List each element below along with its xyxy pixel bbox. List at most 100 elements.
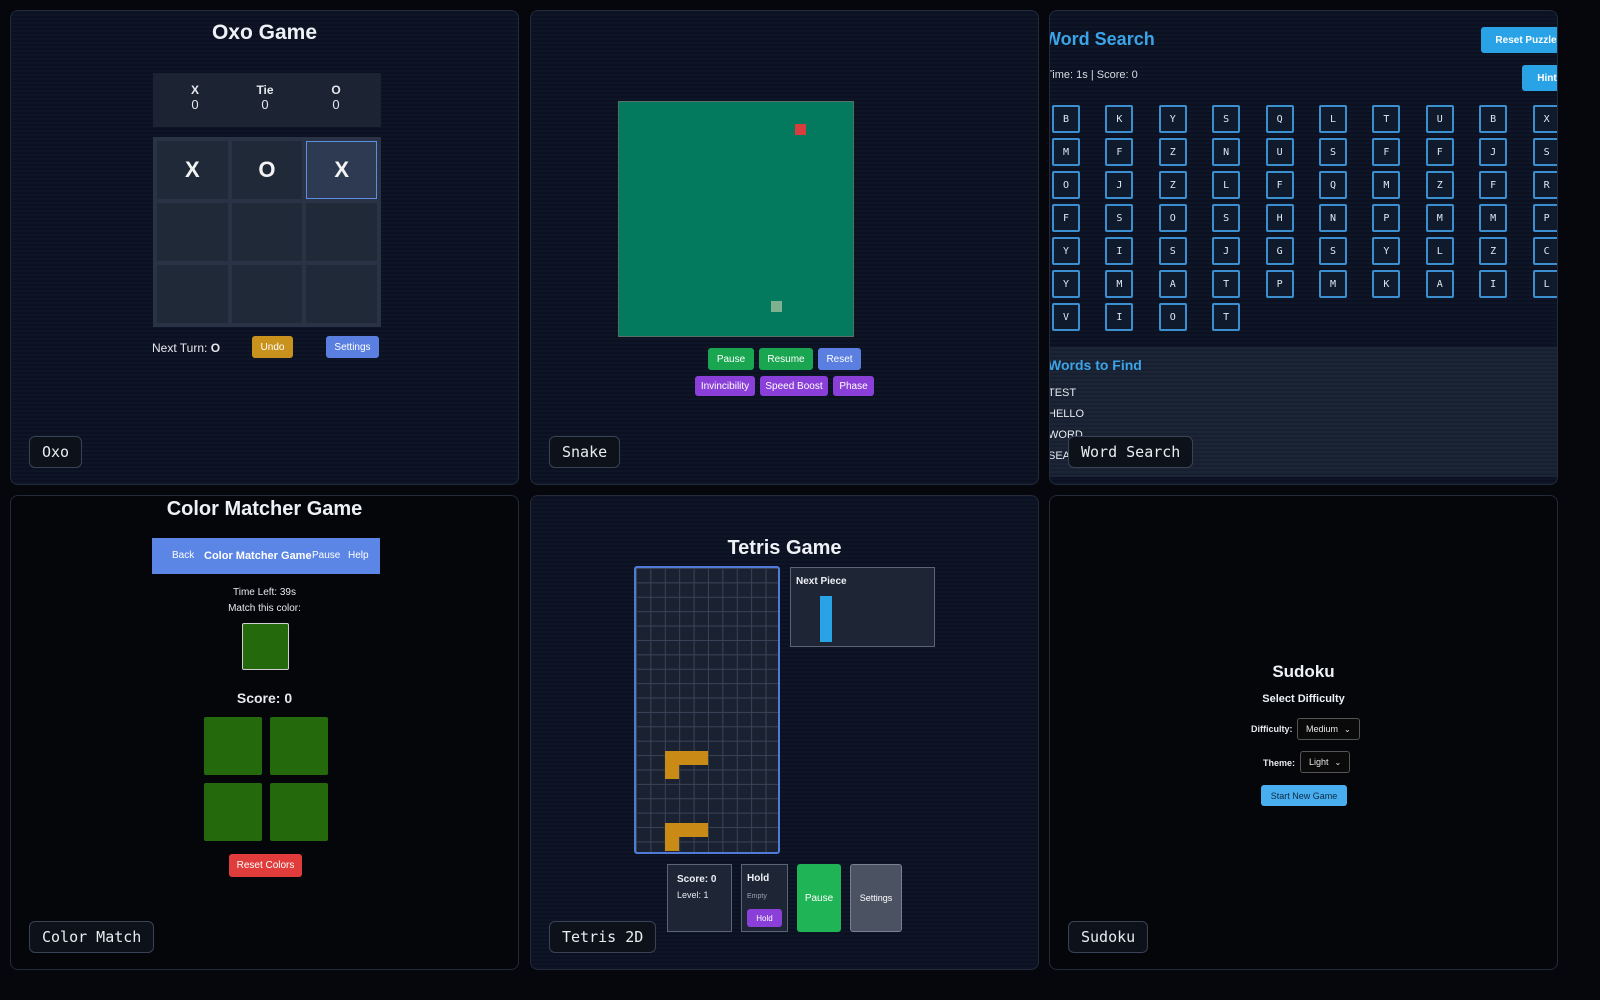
- letter-cell[interactable]: M: [1319, 270, 1347, 298]
- theme-select[interactable]: Light ⌄: [1300, 751, 1351, 773]
- tetris-tab-label[interactable]: Tetris 2D: [549, 921, 657, 953]
- letter-cell[interactable]: X: [1532, 105, 1557, 133]
- letter-cell[interactable]: S: [1212, 204, 1241, 232]
- color-option[interactable]: [270, 783, 328, 841]
- letter-cell[interactable]: S: [1319, 237, 1347, 265]
- letter-cell[interactable]: I: [1479, 270, 1508, 298]
- letter-cell[interactable]: G: [1265, 237, 1294, 265]
- letter-cell[interactable]: Z: [1479, 237, 1508, 265]
- color-option[interactable]: [204, 783, 262, 841]
- letter-cell[interactable]: T: [1212, 270, 1241, 298]
- letter-cell[interactable]: R: [1532, 171, 1557, 199]
- letter-cell[interactable]: O: [1052, 171, 1080, 199]
- letter-cell[interactable]: F: [1105, 138, 1134, 166]
- letter-cell[interactable]: O: [1158, 204, 1187, 232]
- letter-cell[interactable]: I: [1105, 237, 1134, 265]
- letter-cell[interactable]: Z: [1158, 138, 1187, 166]
- letter-cell[interactable]: B: [1479, 105, 1508, 133]
- letter-cell[interactable]: P: [1532, 204, 1557, 232]
- letter-cell[interactable]: L: [1532, 270, 1557, 298]
- resume-button[interactable]: Resume: [759, 348, 813, 370]
- letter-cell[interactable]: L: [1212, 171, 1241, 199]
- hint-button[interactable]: Hint: [1522, 65, 1557, 91]
- letter-cell[interactable]: K: [1105, 105, 1134, 133]
- letter-cell[interactable]: F: [1265, 171, 1294, 199]
- letter-cell[interactable]: L: [1425, 237, 1454, 265]
- oxo-cell[interactable]: [231, 203, 303, 261]
- letter-cell[interactable]: K: [1372, 270, 1401, 298]
- letter-cell[interactable]: Z: [1425, 171, 1454, 199]
- letter-cell[interactable]: H: [1265, 204, 1294, 232]
- oxo-tab-label[interactable]: Oxo: [29, 436, 83, 468]
- letter-cell[interactable]: A: [1425, 270, 1454, 298]
- reset-button[interactable]: Reset: [818, 348, 861, 370]
- letter-cell[interactable]: F: [1052, 204, 1080, 232]
- letter-cell[interactable]: Y: [1158, 105, 1187, 133]
- letter-cell[interactable]: I: [1105, 303, 1134, 331]
- letter-cell[interactable]: J: [1105, 171, 1134, 199]
- color-option[interactable]: [270, 717, 328, 775]
- letter-cell[interactable]: A: [1158, 270, 1187, 298]
- letter-cell[interactable]: C: [1532, 237, 1557, 265]
- reset-colors-button[interactable]: Reset Colors: [229, 854, 302, 877]
- color-option[interactable]: [204, 717, 262, 775]
- letter-cell[interactable]: Q: [1319, 171, 1347, 199]
- letter-cell[interactable]: F: [1372, 138, 1401, 166]
- letter-cell[interactable]: M: [1105, 270, 1134, 298]
- letter-cell[interactable]: N: [1319, 204, 1347, 232]
- letter-cell[interactable]: S: [1212, 105, 1241, 133]
- pause-button[interactable]: Pause: [797, 864, 841, 932]
- phase-button[interactable]: Phase: [833, 376, 874, 396]
- oxo-cell[interactable]: [231, 265, 303, 323]
- pause-button[interactable]: Pause: [708, 348, 754, 370]
- letter-cell[interactable]: M: [1372, 171, 1401, 199]
- letter-cell[interactable]: S: [1105, 204, 1134, 232]
- letter-cell[interactable]: M: [1479, 204, 1508, 232]
- letter-cell[interactable]: T: [1372, 105, 1401, 133]
- letter-cell[interactable]: L: [1319, 105, 1347, 133]
- letter-cell[interactable]: Y: [1052, 270, 1080, 298]
- oxo-cell[interactable]: X: [306, 141, 377, 199]
- letter-cell[interactable]: U: [1425, 105, 1454, 133]
- letter-cell[interactable]: P: [1372, 204, 1401, 232]
- word-search-tab-label[interactable]: Word Search: [1068, 436, 1194, 468]
- letter-cell[interactable]: S: [1158, 237, 1187, 265]
- letter-cell[interactable]: M: [1052, 138, 1080, 166]
- settings-button[interactable]: Settings: [850, 864, 902, 932]
- letter-cell[interactable]: Q: [1265, 105, 1294, 133]
- start-new-game-button[interactable]: Start New Game: [1261, 785, 1347, 806]
- pause-button[interactable]: Pause: [312, 550, 340, 561]
- letter-cell[interactable]: O: [1158, 303, 1187, 331]
- oxo-cell[interactable]: [157, 265, 228, 323]
- letter-cell[interactable]: Z: [1158, 171, 1187, 199]
- letter-cell[interactable]: S: [1319, 138, 1347, 166]
- sudoku-tab-label[interactable]: Sudoku: [1068, 921, 1149, 953]
- letter-cell[interactable]: T: [1212, 303, 1241, 331]
- oxo-cell[interactable]: [157, 203, 228, 261]
- letter-cell[interactable]: N: [1212, 138, 1241, 166]
- speed-boost-button[interactable]: Speed Boost: [760, 376, 828, 396]
- undo-button[interactable]: Undo: [252, 336, 293, 358]
- letter-cell[interactable]: U: [1265, 138, 1294, 166]
- oxo-cell[interactable]: [306, 265, 377, 323]
- hold-button[interactable]: Hold: [747, 909, 782, 927]
- difficulty-select[interactable]: Medium ⌄: [1297, 718, 1360, 740]
- letter-cell[interactable]: F: [1479, 171, 1508, 199]
- oxo-cell[interactable]: [306, 203, 377, 261]
- letter-cell[interactable]: J: [1212, 237, 1241, 265]
- letter-cell[interactable]: F: [1425, 138, 1454, 166]
- letter-cell[interactable]: S: [1532, 138, 1557, 166]
- oxo-cell[interactable]: O: [231, 141, 303, 199]
- letter-cell[interactable]: M: [1425, 204, 1454, 232]
- letter-cell[interactable]: V: [1052, 303, 1080, 331]
- letter-cell[interactable]: P: [1265, 270, 1294, 298]
- letter-cell[interactable]: Y: [1372, 237, 1401, 265]
- back-button[interactable]: Back: [172, 550, 194, 561]
- letter-cell[interactable]: Y: [1052, 237, 1080, 265]
- letter-cell[interactable]: B: [1052, 105, 1080, 133]
- oxo-cell[interactable]: X: [157, 141, 228, 199]
- snake-tab-label[interactable]: Snake: [549, 436, 621, 468]
- settings-button[interactable]: Settings: [326, 336, 379, 358]
- invincibility-button[interactable]: Invincibility: [695, 376, 755, 396]
- help-button[interactable]: Help: [348, 550, 369, 561]
